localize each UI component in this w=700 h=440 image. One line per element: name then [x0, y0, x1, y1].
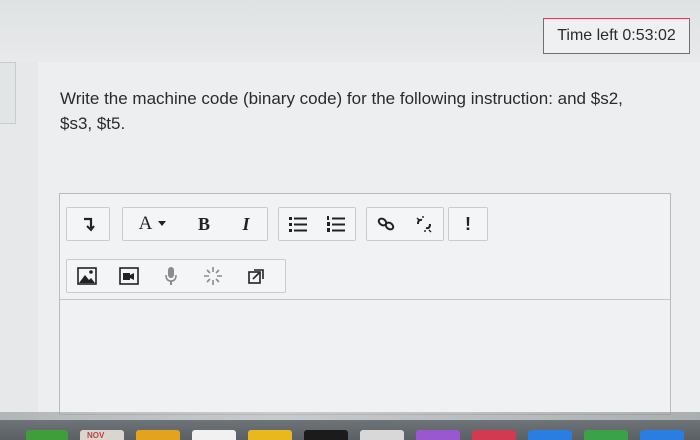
special-label: ! — [465, 213, 471, 234]
numbered-list-icon — [327, 216, 345, 232]
dock-app-stocks[interactable] — [304, 430, 348, 440]
toolbar-group-media — [66, 259, 286, 293]
microphone-icon — [165, 267, 177, 285]
manage-files-button[interactable] — [191, 260, 235, 292]
dock-app-preview[interactable] — [360, 430, 404, 440]
dock-app-music[interactable] — [472, 430, 516, 440]
dock-app-notes[interactable] — [136, 430, 180, 440]
dock-app-appstore[interactable] — [528, 430, 572, 440]
toolbar-group-lists — [278, 207, 356, 241]
toolbar-group-links — [366, 207, 444, 241]
font-style-label: A — [138, 213, 153, 234]
question-text: Write the machine code (binary code) for… — [60, 86, 680, 136]
insert-media-button[interactable] — [107, 260, 151, 292]
italic-button[interactable]: I — [225, 208, 267, 240]
show-more-button[interactable] — [67, 208, 109, 240]
question-line-2: $s3, $t5. — [60, 114, 126, 133]
toolbar-group-format: A B I — [122, 207, 268, 241]
editor-toolbar-row-2 — [60, 251, 670, 303]
dock-app-facetime[interactable] — [584, 430, 628, 440]
caret-down-icon — [158, 221, 167, 226]
dock-app-safari[interactable] — [640, 430, 684, 440]
insert-link-button[interactable] — [367, 208, 405, 240]
dock-bar — [0, 420, 700, 440]
dock-app-podcasts[interactable] — [416, 430, 460, 440]
insert-image-button[interactable] — [67, 260, 107, 292]
video-file-icon — [119, 267, 139, 285]
question-nav-strip — [0, 62, 16, 124]
bold-label: B — [197, 213, 210, 234]
dock-app-stickies[interactable] — [248, 430, 292, 440]
unlink-button[interactable] — [405, 208, 443, 240]
bold-button[interactable]: B — [183, 208, 225, 240]
link-icon — [377, 217, 395, 231]
ordered-list-button[interactable] — [317, 208, 355, 240]
edit-button[interactable] — [235, 260, 279, 292]
special-button[interactable]: ! — [449, 208, 487, 240]
toolbar-group-special: ! — [448, 207, 488, 241]
answer-text-area[interactable] — [60, 300, 670, 414]
editor-toolbar-row-1: A B I ! — [60, 199, 670, 251]
sparkle-icon — [204, 267, 222, 285]
bullet-list-icon — [289, 217, 307, 232]
unordered-list-button[interactable] — [279, 208, 317, 240]
question-line-1: Write the machine code (binary code) for… — [60, 89, 623, 108]
italic-label: I — [242, 213, 250, 234]
toolbar-group-expand — [66, 207, 110, 241]
unlink-icon — [416, 216, 432, 233]
time-left-text: Time left 0:53:02 — [557, 27, 676, 44]
dock-app-messages[interactable] — [26, 430, 68, 440]
screen-bezel-edge — [0, 412, 700, 420]
record-audio-button[interactable] — [151, 260, 191, 292]
answer-editor: A B I ! — [59, 193, 671, 415]
calendar-month-label: NOV — [87, 431, 105, 440]
dock-app-reminders[interactable] — [192, 430, 236, 440]
time-left-block: Time left 0:53:02 — [543, 18, 690, 54]
copy-edit-icon — [248, 269, 264, 284]
font-style-dropdown[interactable]: A — [123, 208, 183, 240]
image-icon — [77, 267, 97, 285]
toolbar-toggle-icon — [84, 217, 95, 232]
